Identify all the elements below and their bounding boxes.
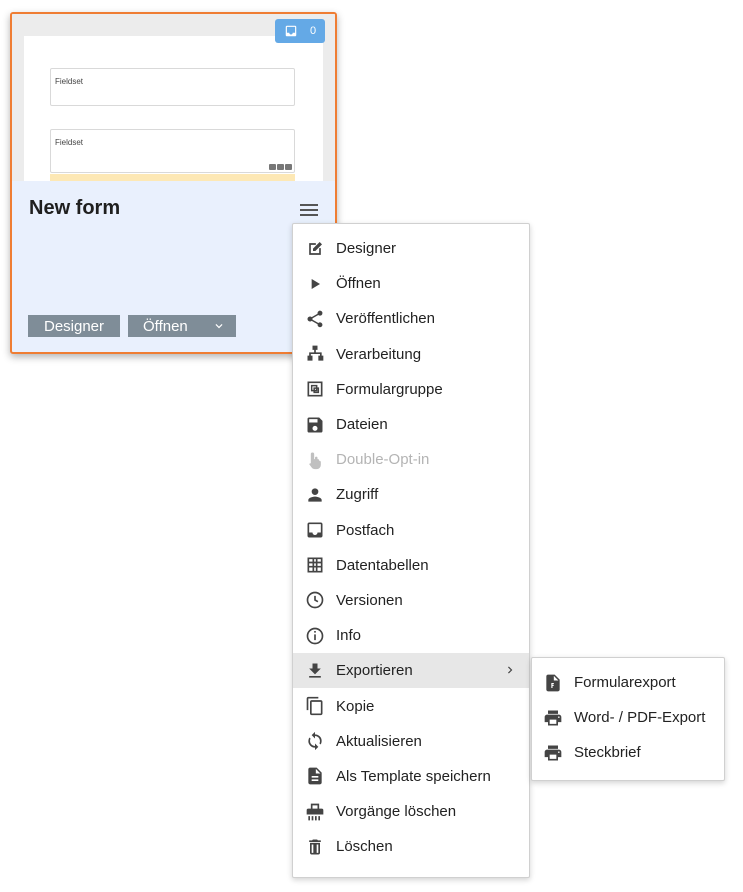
preview-fieldset-1-label: Fieldset — [55, 77, 84, 86]
refresh-icon — [308, 732, 322, 751]
menu-item-label: Löschen — [336, 838, 393, 856]
menu-item-label: Datentabellen — [336, 556, 429, 574]
menu-item-open[interactable]: Öffnen — [293, 266, 529, 301]
designer-button[interactable]: Designer — [28, 315, 120, 337]
submenu-item-profile[interactable]: Steckbrief — [532, 735, 724, 770]
preview-fieldset-2: Fieldset — [50, 129, 295, 173]
menu-item-copy[interactable]: Kopie — [293, 688, 529, 723]
preview-fieldset-1: Fieldset — [50, 68, 295, 106]
preview-mini-toolbar — [269, 164, 292, 170]
submenu-item-word-pdf-export[interactable]: Word- / PDF-Export — [532, 700, 724, 735]
menu-item-data-tables[interactable]: Datentabellen — [293, 548, 529, 583]
preview-highlight — [50, 174, 295, 181]
menu-item-label: Postfach — [336, 521, 395, 539]
menu-item-files[interactable]: Dateien — [293, 407, 529, 442]
form-card[interactable]: Fieldset Fieldset 0 New form Designer Öf… — [10, 12, 337, 354]
person-icon — [308, 488, 322, 502]
menu-item-versions[interactable]: Versionen — [293, 583, 529, 618]
menu-item-delete[interactable]: Löschen — [293, 829, 529, 864]
menu-item-designer[interactable]: Designer — [293, 231, 529, 266]
menu-item-label: Als Template speichern — [336, 767, 491, 785]
menu-item-label: Aktualisieren — [336, 732, 422, 750]
menu-item-export[interactable]: Exportieren — [293, 653, 529, 689]
menu-item-label: Verarbeitung — [336, 345, 422, 363]
menu-item-label: Versionen — [336, 591, 403, 609]
menu-item-label: Info — [336, 627, 362, 645]
table-icon — [307, 557, 323, 573]
copy-icon — [306, 696, 323, 716]
submenu-item-form-export[interactable]: Formularexport — [532, 665, 724, 700]
play-icon — [311, 278, 320, 289]
menu-item-label: Kopie — [336, 697, 375, 715]
file-icon — [308, 768, 322, 785]
print-icon — [544, 710, 562, 726]
menu-item-label: Zugriff — [336, 486, 379, 504]
submenu-item-label: Formularexport — [574, 674, 676, 692]
export-submenu: Formularexport Word- / PDF-Export Steckb… — [531, 657, 725, 781]
menu-item-label: Designer — [336, 240, 397, 258]
inbox-icon — [307, 522, 323, 538]
card-title: New form — [29, 197, 121, 219]
menu-icon[interactable] — [297, 198, 321, 222]
chevron-down-icon[interactable] — [212, 319, 226, 333]
file-export-icon — [546, 674, 560, 691]
menu-item-label: Double-Opt-in — [336, 451, 430, 469]
form-preview[interactable]: Fieldset Fieldset 0 — [12, 14, 335, 181]
save-icon — [307, 417, 323, 433]
menu-item-label: Dateien — [336, 416, 388, 434]
submenu-item-label: Word- / PDF-Export — [574, 709, 706, 727]
menu-item-label: Formulargruppe — [336, 380, 443, 398]
menu-item-label: Vorgänge löschen — [336, 803, 457, 821]
submenu-item-label: Steckbrief — [574, 744, 641, 762]
touch-icon — [309, 452, 321, 469]
edit-icon — [309, 241, 322, 255]
context-menu: Designer Öffnen Veröffentlichen Verarbei… — [292, 223, 530, 878]
menu-item-refresh[interactable]: Aktualisieren — [293, 724, 529, 759]
preview-fieldset-2-label: Fieldset — [55, 138, 84, 147]
group-icon — [307, 381, 323, 397]
inbox-badge-count: 0 — [309, 25, 317, 37]
download-icon — [309, 663, 321, 678]
sitemap-icon — [307, 345, 324, 361]
menu-item-save-template[interactable]: Als Template speichern — [293, 759, 529, 794]
menu-item-delete-processes[interactable]: Vorgänge löschen — [293, 794, 529, 829]
print-icon — [544, 745, 562, 761]
clock-icon — [306, 592, 324, 609]
menu-item-form-group[interactable]: Formulargruppe — [293, 372, 529, 407]
open-button[interactable]: Öffnen — [128, 315, 236, 337]
trash-icon — [309, 839, 321, 855]
menu-item-label: Veröffentlichen — [336, 310, 435, 328]
chevron-right-icon — [508, 666, 513, 674]
menu-item-info[interactable]: Info — [293, 618, 529, 653]
menu-item-access[interactable]: Zugriff — [293, 477, 529, 512]
share-icon — [307, 310, 323, 328]
menu-item-publish[interactable]: Veröffentlichen — [293, 301, 529, 336]
info-icon — [306, 627, 324, 644]
inbox-icon — [285, 25, 297, 37]
menu-item-label: Öffnen — [336, 275, 381, 293]
menu-item-double-opt-in: Double-Opt-in — [293, 442, 529, 477]
menu-item-processing[interactable]: Verarbeitung — [293, 337, 529, 372]
preview-page: Fieldset Fieldset — [24, 36, 323, 181]
open-button-label: Öffnen — [143, 317, 188, 335]
menu-item-mailbox[interactable]: Postfach — [293, 513, 529, 548]
shredder-icon — [306, 803, 324, 820]
menu-item-label: Exportieren — [336, 662, 413, 680]
inbox-badge[interactable]: 0 — [275, 19, 325, 43]
